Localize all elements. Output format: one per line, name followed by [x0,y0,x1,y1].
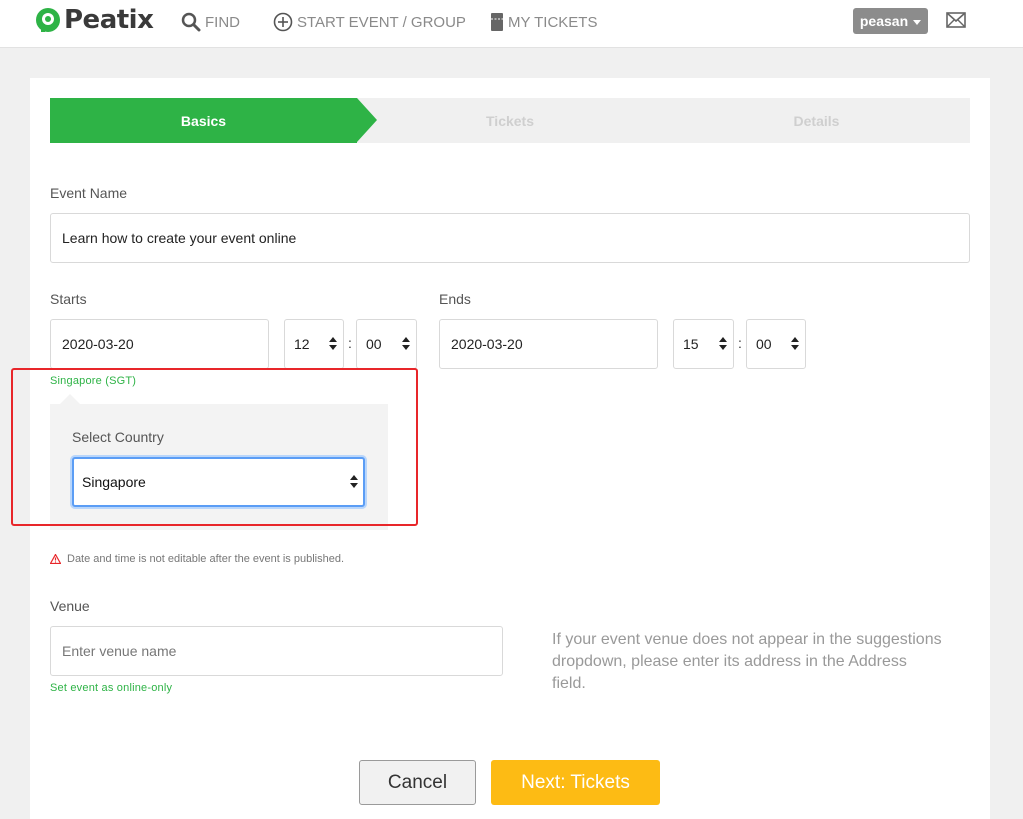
step-details[interactable]: Details [663,98,970,143]
start-hour-value: 12 [294,336,310,352]
logo-text: Peatix [64,5,154,35]
cancel-button[interactable]: Cancel [359,760,476,805]
select-arrows-icon [719,337,727,351]
end-minute-value: 00 [756,336,772,352]
start-hour-select[interactable]: 12 [284,319,344,369]
date-warning: Date and time is not editable after the … [50,553,344,565]
end-hour-select[interactable]: 15 [673,319,734,369]
warning-icon [50,554,61,564]
mail-icon[interactable] [946,12,966,33]
search-icon [181,12,201,32]
caret-down-icon [913,19,922,25]
nav-start-event-group[interactable]: START EVENT / GROUP [273,12,466,32]
nav-find[interactable]: FIND [181,12,240,32]
start-date-input[interactable]: 2020-03-20 [50,319,269,369]
ticket-icon [490,12,504,32]
nav-my-tickets-label: MY TICKETS [508,13,598,31]
end-minute-select[interactable]: 00 [746,319,806,369]
nav-start-event-label: START EVENT / GROUP [297,13,466,31]
select-arrows-icon [402,337,410,351]
end-time-separator: : [738,335,742,351]
step-basics[interactable]: Basics [50,98,357,143]
peatix-logo[interactable]: Peatix [34,5,154,35]
user-menu-button[interactable]: peasan [853,8,928,34]
progress-stepper: Basics Tickets Details [50,98,970,143]
select-arrows-icon [791,337,799,351]
nav-find-label: FIND [205,13,240,31]
nav-my-tickets[interactable]: MY TICKETS [490,12,597,32]
start-minute-select[interactable]: 00 [356,319,417,369]
user-name: peasan [859,13,909,29]
start-time-separator: : [348,335,352,351]
venue-input[interactable]: Enter venue name [50,626,503,676]
step-tickets[interactable]: Tickets [357,98,663,143]
end-date-input[interactable]: 2020-03-20 [439,319,658,369]
peatix-logo-icon [34,6,62,34]
select-arrows-icon [329,337,337,351]
next-tickets-button[interactable]: Next: Tickets [491,760,660,805]
event-name-label: Event Name [50,185,128,201]
start-minute-value: 00 [366,336,382,352]
ends-label: Ends [439,291,471,307]
venue-label: Venue [50,598,90,614]
plus-circle-icon [273,12,293,32]
top-navigation-bar: Peatix FIND START EVENT / GROUP MY TICKE… [0,0,1023,48]
date-warning-text: Date and time is not editable after the … [67,553,345,565]
venue-help-text: If your event venue does not appear in t… [552,631,942,692]
event-name-input[interactable]: Learn how to create your event online [50,213,970,263]
starts-label: Starts [50,291,87,307]
annotation-highlight-box [11,368,418,526]
end-hour-value: 15 [683,336,699,352]
online-only-link[interactable]: Set event as online-only [50,682,172,694]
